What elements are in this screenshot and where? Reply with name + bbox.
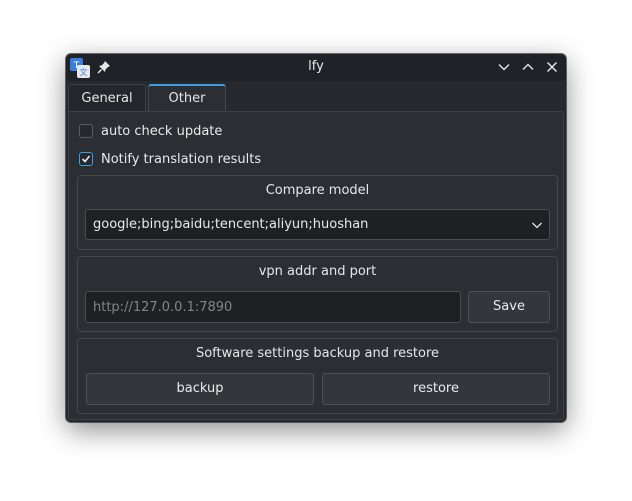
minimize-icon[interactable] <box>497 60 511 74</box>
tab-other[interactable]: Other <box>148 84 226 112</box>
notify-results-checkbox[interactable] <box>79 152 93 166</box>
other-tab-panel: auto check update Notify translation res… <box>68 111 564 420</box>
notify-results-label: Notify translation results <box>101 151 262 167</box>
auto-check-update-checkbox[interactable] <box>79 124 93 138</box>
settings-window: T 文 lfy General Other auto check update <box>66 54 566 422</box>
close-icon[interactable] <box>545 60 559 74</box>
auto-check-update-option[interactable]: auto check update <box>79 122 222 140</box>
compare-model-title: Compare model <box>265 183 370 198</box>
compare-model-group: Compare model google;bing;baidu;tencent;… <box>77 175 558 250</box>
notify-results-option[interactable]: Notify translation results <box>79 150 261 168</box>
compare-model-dropdown[interactable]: google;bing;baidu;tencent;aliyun;huoshan <box>85 209 550 240</box>
tab-general[interactable]: General <box>68 84 146 112</box>
vpn-group: vpn addr and port Save <box>77 256 558 332</box>
restore-button[interactable]: restore <box>322 373 550 405</box>
auto-check-update-label: auto check update <box>101 123 223 139</box>
compare-model-value: google;bing;baidu;tencent;aliyun;huoshan <box>93 217 369 232</box>
title-bar: T 文 lfy <box>66 54 566 81</box>
backup-title: Software settings backup and restore <box>195 346 440 361</box>
vpn-address-input[interactable] <box>85 291 461 323</box>
maximize-icon[interactable] <box>521 60 535 74</box>
vpn-title: vpn addr and port <box>258 264 377 279</box>
window-title: lfy <box>308 59 324 74</box>
save-button[interactable]: Save <box>468 291 550 323</box>
chevron-down-icon <box>532 222 542 229</box>
tab-bar: General Other <box>66 81 566 112</box>
backup-button[interactable]: backup <box>86 373 314 405</box>
checkmark-icon <box>81 155 91 163</box>
backup-group: Software settings backup and restore bac… <box>77 338 558 414</box>
